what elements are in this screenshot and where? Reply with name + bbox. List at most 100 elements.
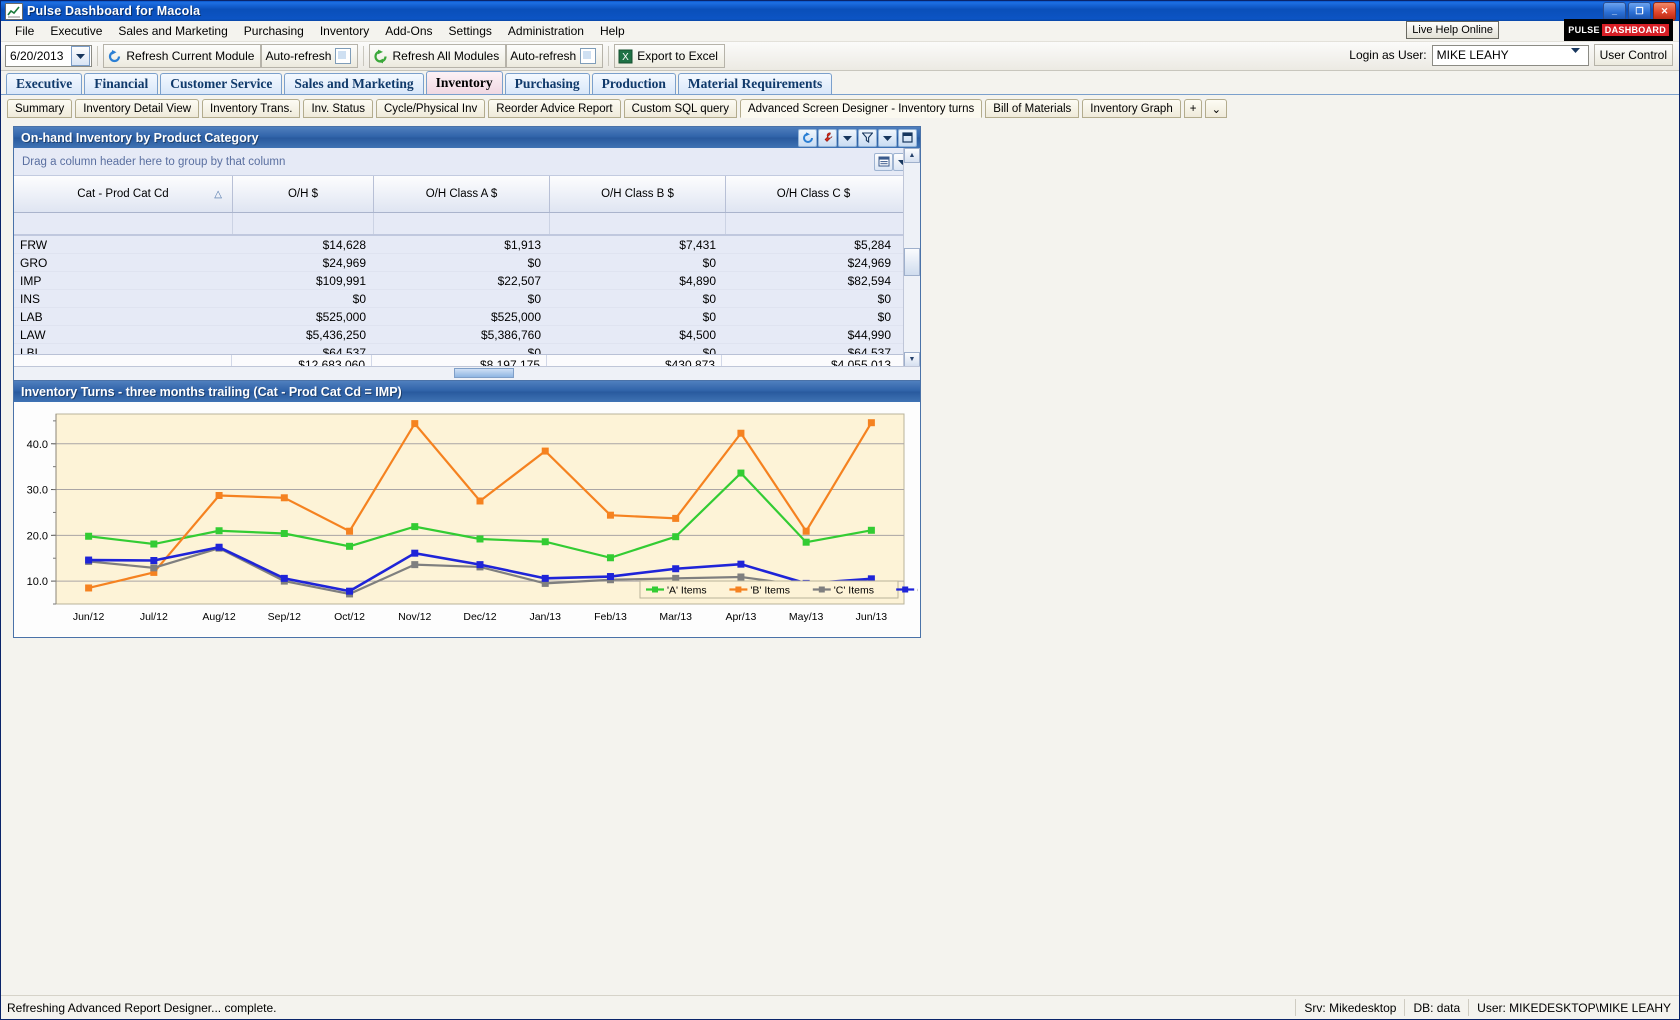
subtab-inventory-trans[interactable]: Inventory Trans. <box>202 99 301 118</box>
tab-customer-service[interactable]: Customer Service <box>160 73 283 94</box>
auto-refresh-all-checkbox[interactable] <box>580 48 597 64</box>
subtab-custom-sql-query[interactable]: Custom SQL query <box>623 99 737 118</box>
auto-refresh-current-label: Auto-refresh <box>265 49 332 63</box>
filter-cell-2[interactable] <box>374 213 550 234</box>
filter-cell-1[interactable] <box>233 213 374 234</box>
window-buttons: _ ❐ ✕ <box>1603 1 1677 21</box>
login-user-select[interactable]: MIKE LEAHY <box>1431 44 1589 66</box>
grid-filter-row[interactable] <box>14 213 920 236</box>
subtab-add-button[interactable]: + <box>1183 99 1203 118</box>
table-row[interactable]: LBL $64,537 $0 $0 $64,537 <box>14 344 920 355</box>
grid-horizontal-scrollbar[interactable] <box>14 366 920 380</box>
vertical-scroll-thumb[interactable] <box>904 248 920 276</box>
status-db: DB: data <box>1404 999 1468 1016</box>
table-row[interactable]: INS $0 $0 $0 $0 <box>14 290 920 308</box>
chevron-down-icon-2[interactable] <box>878 128 897 147</box>
chevron-down-icon[interactable] <box>71 46 91 66</box>
table-row[interactable]: FRW $14,628 $1,913 $7,431 $5,284 <box>14 236 920 254</box>
toolbar: 6/20/2013 Refresh Current Module Auto-re… <box>1 19 1679 71</box>
chevron-down-icon[interactable] <box>838 128 857 147</box>
date-picker[interactable]: 6/20/2013 <box>5 45 93 67</box>
chart-panel-title: Inventory Turns - three months trailing … <box>21 384 402 399</box>
subtab-inv-status[interactable]: Inv. Status <box>303 99 373 118</box>
filter-cell-4[interactable] <box>726 213 901 234</box>
legend-swatch-marker <box>735 586 742 593</box>
export-to-excel-button[interactable]: X Export to Excel <box>614 44 725 68</box>
menu-item-administration[interactable]: Administration <box>500 22 592 40</box>
cell-category: INS <box>20 291 41 306</box>
data-point <box>541 447 549 455</box>
tab-executive[interactable]: Executive <box>6 73 83 94</box>
data-point <box>476 561 484 569</box>
chevron-down-icon[interactable] <box>1567 47 1588 64</box>
tab-material-requirements[interactable]: Material Requirements <box>677 73 833 94</box>
auto-refresh-current-checkbox[interactable] <box>335 48 352 64</box>
menu-item-executive[interactable]: Executive <box>42 22 110 40</box>
scroll-down-button[interactable]: ▼ <box>904 352 920 367</box>
menu-item-sales-and-marketing[interactable]: Sales and Marketing <box>110 22 235 40</box>
table-row[interactable]: GRO $24,969 $0 $0 $24,969 <box>14 254 920 272</box>
filter-cell-3[interactable] <box>550 213 726 234</box>
live-help-online-button[interactable]: Live Help Online <box>1406 21 1499 39</box>
table-row[interactable]: IMP $109,991 $22,507 $4,890 $82,594 <box>14 272 920 290</box>
window-title: Pulse Dashboard for Macola <box>27 4 201 18</box>
column-header-oh-class-a[interactable]: O/H Class A $ <box>374 176 550 212</box>
menu-item-purchasing[interactable]: Purchasing <box>236 22 312 40</box>
group-by-drop-area[interactable]: Drag a column header here to group by th… <box>14 148 920 176</box>
close-button[interactable]: ✕ <box>1653 1 1676 21</box>
column-header-cat-prod-cat-cd[interactable]: Cat - Prod Cat Cd △ <box>14 176 233 212</box>
pulse-dashboard-logo: PULSE DASHBOARD <box>1564 19 1673 41</box>
column-header-oh-class-c[interactable]: O/H Class C $ <box>726 176 901 212</box>
menu-item-settings[interactable]: Settings <box>441 22 500 40</box>
subtab-inventory-graph[interactable]: Inventory Graph <box>1082 99 1181 118</box>
auto-refresh-all-toggle[interactable]: Auto-refresh <box>506 44 604 68</box>
cell-oh: $14,628 <box>322 237 366 252</box>
tab-purchasing[interactable]: Purchasing <box>504 73 590 94</box>
maximize-button[interactable]: ❐ <box>1628 1 1651 21</box>
auto-refresh-current-toggle[interactable]: Auto-refresh <box>261 44 359 68</box>
table-row[interactable]: LAW $5,436,250 $5,386,760 $4,500 $44,990 <box>14 326 920 344</box>
table-row[interactable]: LAB $525,000 $525,000 $0 $0 <box>14 308 920 326</box>
subtab-reorder-advice-report[interactable]: Reorder Advice Report <box>488 99 621 118</box>
minimize-button[interactable]: _ <box>1603 1 1626 21</box>
subtab-cycle-physical-inv[interactable]: Cycle/Physical Inv <box>375 99 486 118</box>
menu-item-file[interactable]: File <box>7 22 42 40</box>
data-point <box>606 554 614 562</box>
scroll-up-button[interactable]: ▲ <box>904 148 920 163</box>
svg-text:X: X <box>622 52 629 63</box>
menu-item-add-ons[interactable]: Add-Ons <box>377 22 440 40</box>
grid-menu-icon[interactable] <box>874 152 893 171</box>
user-control-button[interactable]: User Control <box>1593 44 1673 66</box>
subtab-overflow-button[interactable]: ⌄ <box>1205 99 1228 118</box>
filter-cell-0[interactable] <box>14 213 233 234</box>
column-header-oh-dollars[interactable]: O/H $ <box>233 176 374 212</box>
grid-vertical-scrollbar[interactable]: ▲ ▼ <box>903 148 920 367</box>
subtab-bill-of-materials[interactable]: Bill of Materials <box>985 99 1080 118</box>
data-point <box>867 419 875 427</box>
status-bar: Refreshing Advanced Report Designer... c… <box>1 995 1679 1019</box>
restore-window-icon[interactable] <box>898 128 917 147</box>
refresh-all-modules-button[interactable]: Refresh All Modules <box>369 44 507 68</box>
subtab-summary[interactable]: Summary <box>7 99 73 118</box>
menu-item-help[interactable]: Help <box>592 22 633 40</box>
data-point <box>737 560 745 568</box>
refresh-current-module-button[interactable]: Refresh Current Module <box>103 44 262 68</box>
subtab-advanced-screen-designer-inventory-turns[interactable]: Advanced Screen Designer - Inventory tur… <box>740 99 983 118</box>
column-header-oh-class-b[interactable]: O/H Class B $ <box>550 176 726 212</box>
application-window: Pulse Dashboard for Macola _ ❐ ✕ File Ex… <box>0 0 1680 1020</box>
data-point <box>541 538 549 546</box>
subtab-inventory-detail-view[interactable]: Inventory Detail View <box>75 99 200 118</box>
filter-icon[interactable] <box>858 128 877 147</box>
tab-inventory[interactable]: Inventory <box>425 71 503 94</box>
tab-sales-and-marketing[interactable]: Sales and Marketing <box>284 73 424 94</box>
wrench-icon[interactable] <box>818 128 837 147</box>
menu-item-inventory[interactable]: Inventory <box>312 22 377 40</box>
data-point <box>85 556 93 564</box>
refresh-icon[interactable] <box>798 128 817 147</box>
tab-production[interactable]: Production <box>591 73 676 94</box>
horizontal-scroll-thumb[interactable] <box>454 368 514 378</box>
grid-panel-title: On-hand Inventory by Product Category <box>21 130 259 145</box>
tab-financial[interactable]: Financial <box>84 73 159 94</box>
data-point <box>215 491 223 499</box>
cell-class-c: $5,284 <box>854 237 891 252</box>
